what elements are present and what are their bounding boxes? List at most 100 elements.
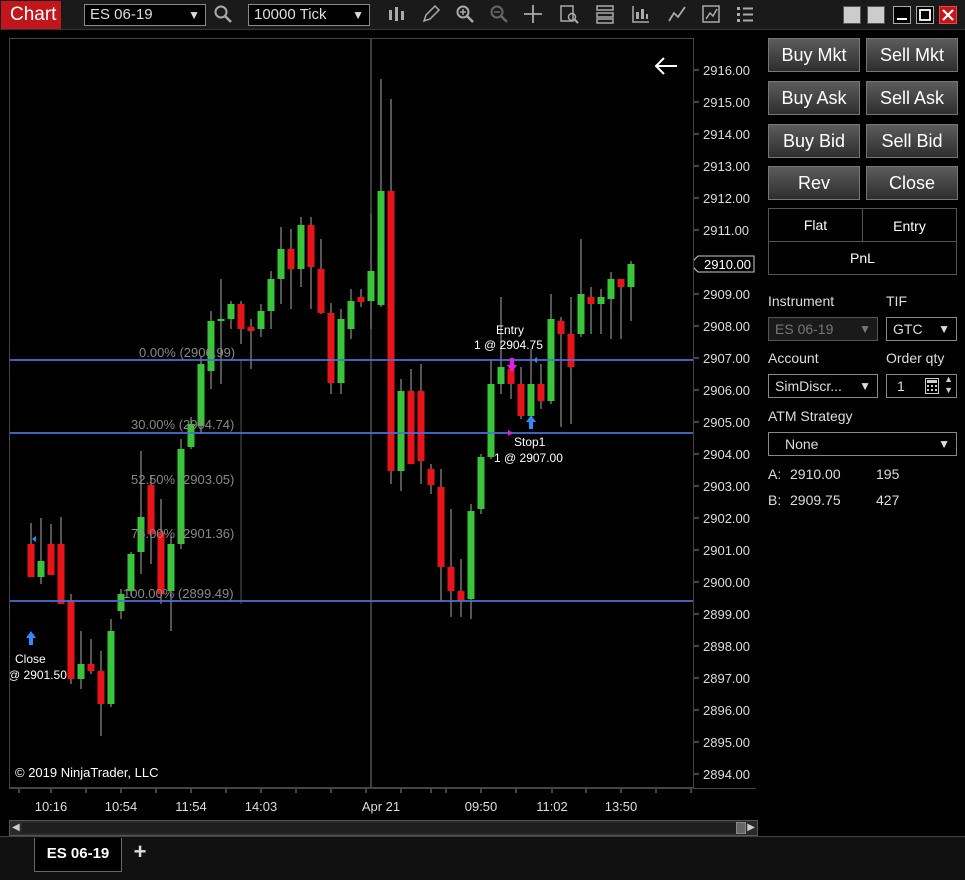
back-arrow-icon[interactable] xyxy=(654,57,677,75)
tab-es-06-19[interactable]: ES 06-19 xyxy=(34,838,122,872)
fib-label-75: 75.00% (2901.36) xyxy=(131,526,234,541)
entry-marker-price: 1 @ 2904.75 xyxy=(474,338,543,352)
candle xyxy=(257,304,265,337)
candlestick-plot[interactable]: 0.00% (2906.99) 30.00% (2904.74) 52.50% … xyxy=(10,39,694,788)
minimize-icon[interactable] xyxy=(893,6,911,24)
time-tick-label: 11:54 xyxy=(175,799,207,814)
indicators-icon[interactable] xyxy=(666,4,688,26)
candle-body xyxy=(347,301,355,329)
price-axis[interactable]: 2916.00 2915.00 2914.00 2913.00 2912.00 2911.… xyxy=(689,38,756,788)
zoom-in-icon[interactable] xyxy=(454,4,476,26)
window-tile-icon[interactable] xyxy=(867,6,885,24)
candle xyxy=(407,369,415,464)
candle xyxy=(417,364,425,484)
order-qty-label: Order qty xyxy=(886,350,945,366)
chevron-down-icon: ▼ xyxy=(859,322,871,336)
price-chart[interactable]: 0.00% (2906.99) 30.00% (2904.74) 52.50% … xyxy=(9,38,694,788)
qty-stepper-icon[interactable]: ▲ ▼ xyxy=(944,374,953,396)
atm-strategy-select[interactable]: None ▼ xyxy=(768,432,957,456)
scroll-right-icon[interactable]: ▶ xyxy=(747,821,755,835)
candle-body xyxy=(387,191,395,471)
candle-body xyxy=(397,391,405,471)
tif-select[interactable]: GTC ▼ xyxy=(886,317,957,341)
stop-marker-icon[interactable] xyxy=(526,415,536,429)
candle-body xyxy=(217,319,225,321)
candle-body xyxy=(527,384,535,416)
candle-body xyxy=(237,304,245,329)
candle xyxy=(297,217,305,287)
candle-body xyxy=(427,469,435,485)
add-tab-button[interactable]: + xyxy=(128,841,152,865)
candle xyxy=(317,239,325,314)
candle xyxy=(487,359,495,459)
close-marker-icon[interactable] xyxy=(26,631,36,645)
candle-body xyxy=(367,271,375,301)
candle xyxy=(617,279,625,339)
candle-body xyxy=(167,544,175,591)
candle xyxy=(537,364,545,409)
stop-flag-icon xyxy=(508,430,513,436)
close-icon[interactable] xyxy=(939,6,957,24)
sell-bid-button[interactable]: Sell Bid xyxy=(866,124,958,158)
list-icon[interactable] xyxy=(734,4,756,26)
candle-body xyxy=(587,297,595,304)
candle-body xyxy=(487,384,495,457)
buy-market-button[interactable]: Buy Mkt xyxy=(768,38,860,72)
candle xyxy=(57,517,65,604)
instrument-selector[interactable]: ES 06-19 ▼ xyxy=(84,4,206,26)
bid-price: 2909.75 xyxy=(790,492,841,508)
chart-trader-icon[interactable] xyxy=(630,4,652,26)
interval-selector[interactable]: 10000 Tick ▼ xyxy=(248,4,370,26)
time-tick-label: 10:16 xyxy=(35,799,68,814)
search-icon[interactable] xyxy=(212,4,234,26)
candle xyxy=(267,271,275,329)
strategies-icon[interactable] xyxy=(700,4,722,26)
buy-bid-button[interactable]: Buy Bid xyxy=(768,124,860,158)
time-tick-label: 09:50 xyxy=(465,799,498,814)
sell-ask-button[interactable]: Sell Ask xyxy=(866,81,958,115)
candle-body xyxy=(77,664,85,679)
order-flag-icon xyxy=(533,357,537,363)
instrument-label: Instrument xyxy=(768,293,835,309)
crosshair-icon[interactable] xyxy=(522,4,544,26)
scrollbar-thumb[interactable] xyxy=(736,822,746,834)
reverse-button[interactable]: Rev xyxy=(768,166,860,200)
price-tick-label: 2899.00 xyxy=(703,607,750,622)
position-display: Flat Entry PnL xyxy=(768,208,957,275)
maximize-icon[interactable] xyxy=(916,6,934,24)
horizontal-scrollbar[interactable]: ◀ ▶ xyxy=(9,820,758,836)
scrollbar-track[interactable] xyxy=(22,823,744,833)
properties-icon[interactable] xyxy=(594,4,616,26)
order-qty-value: 1 xyxy=(897,378,905,394)
account-select[interactable]: SimDiscr... ▼ xyxy=(768,374,878,398)
bar-type-icon[interactable] xyxy=(386,4,408,26)
order-qty-input[interactable]: 1 ▲ ▼ xyxy=(886,374,957,398)
instrument-field[interactable]: ES 06-19 ▼ xyxy=(768,317,878,341)
fib-retracement[interactable] xyxy=(10,359,694,602)
candle-body xyxy=(417,391,425,461)
time-axis[interactable]: 10:16 10:54 11:54 14:03 Apr 21 09:50 11:02 13:5… xyxy=(9,788,756,820)
price-tick-label: 2906.00 xyxy=(703,383,750,398)
zoom-out-icon[interactable] xyxy=(488,4,510,26)
data-box-icon[interactable] xyxy=(558,4,580,26)
calculator-icon[interactable] xyxy=(925,378,939,400)
entry-marker-label: Entry xyxy=(496,323,524,337)
close-position-button[interactable]: Close xyxy=(866,166,958,200)
candle xyxy=(587,287,595,334)
tif-select-value: GTC xyxy=(893,321,923,337)
candle xyxy=(27,523,35,577)
last-price-label: 2910.00 xyxy=(704,257,751,272)
chart-tabs: ES 06-19 + xyxy=(0,836,965,880)
price-tick-label: 2913.00 xyxy=(703,159,750,174)
window-tile-icon[interactable] xyxy=(843,6,861,24)
price-tick-label: 2903.00 xyxy=(703,479,750,494)
candle xyxy=(547,294,555,404)
candle xyxy=(557,317,565,427)
pencil-icon[interactable] xyxy=(420,4,442,26)
scroll-left-icon[interactable]: ◀ xyxy=(12,821,20,835)
time-tick-label: 14:03 xyxy=(245,799,278,814)
buy-ask-button[interactable]: Buy Ask xyxy=(768,81,860,115)
candle-body xyxy=(67,601,75,679)
candle-body xyxy=(267,279,275,311)
sell-market-button[interactable]: Sell Mkt xyxy=(866,38,958,72)
